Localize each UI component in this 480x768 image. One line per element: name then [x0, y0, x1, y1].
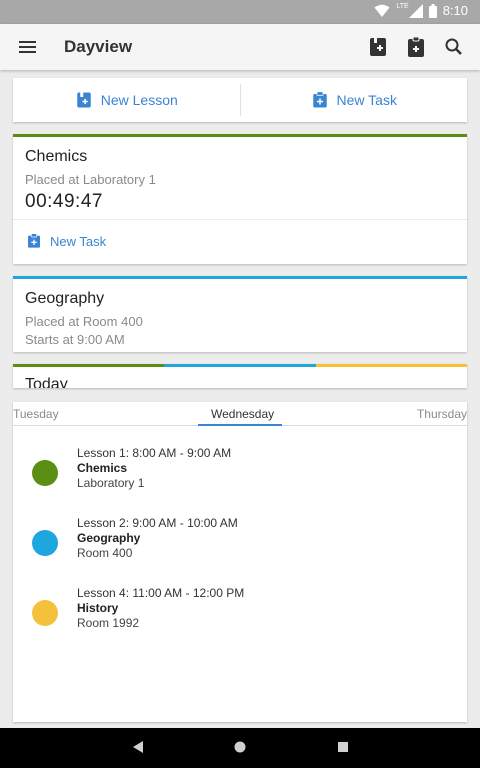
home-icon[interactable] [233, 740, 247, 754]
current-lesson-card[interactable]: Chemics Placed at Laboratory 1 00:49:47 … [13, 134, 467, 264]
active-tab-indicator [198, 424, 282, 426]
new-lesson-label: New Lesson [100, 92, 178, 108]
quick-actions-card: New Lesson New Task [13, 78, 467, 122]
add-lesson-icon[interactable] [366, 35, 390, 59]
today-bar-segment [164, 364, 316, 367]
lesson-name: History [77, 601, 119, 615]
tab-current-day[interactable]: Wednesday [211, 407, 274, 421]
new-task-button[interactable]: New Task [241, 78, 468, 122]
current-lesson-timer: 00:49:47 [25, 191, 103, 212]
schedule-panel: Tuesday Wednesday Thursday Lesson 1: 8:0… [13, 402, 467, 722]
today-bar-segment [315, 364, 467, 367]
search-icon[interactable] [442, 35, 466, 59]
next-lesson-name: Geography [25, 290, 105, 307]
card-divider [13, 219, 467, 220]
add-task-icon[interactable] [404, 35, 428, 59]
battery-icon [428, 3, 437, 18]
lesson-room: Room 1992 [77, 616, 140, 630]
page-title: Dayview [64, 37, 133, 56]
lesson-list-item[interactable]: Lesson 1: 8:00 AM - 9:00 AM Chemics Labo… [13, 446, 467, 510]
current-lesson-name: Chemics [25, 148, 88, 165]
lesson-name: Geography [77, 531, 141, 545]
today-color-bar [13, 364, 467, 367]
current-lesson-place: Placed at Laboratory 1 [25, 172, 156, 187]
menu-icon[interactable] [16, 35, 40, 59]
add-task-icon [312, 91, 327, 108]
network-label: LTE [396, 3, 409, 10]
next-lesson-card[interactable]: Geography Placed at Room 400 Starts at 9… [13, 276, 467, 352]
cell-signal-icon [408, 3, 423, 18]
system-nav-bar [0, 728, 480, 768]
status-bar: LTE 8:10 [0, 0, 480, 24]
back-icon[interactable] [131, 740, 145, 754]
next-lesson-starts: Starts at 9:00 AM [25, 332, 125, 347]
tab-next-day[interactable]: Thursday [417, 407, 467, 421]
today-card: Today [13, 364, 467, 388]
lesson-room: Room 400 [77, 546, 133, 560]
tab-previous-day[interactable]: Tuesday [13, 407, 59, 421]
today-label: Today [25, 376, 68, 388]
lesson-name: Chemics [77, 461, 128, 475]
lesson-time: Lesson 1: 8:00 AM - 9:00 AM [77, 446, 232, 460]
new-task-label: New Task [336, 92, 397, 108]
current-new-task-button[interactable]: New Task [26, 233, 106, 249]
add-lesson-icon [76, 92, 91, 108]
lesson-color-dot [32, 460, 58, 486]
lesson-time: Lesson 2: 9:00 AM - 10:00 AM [77, 516, 238, 530]
status-time: 8:10 [442, 3, 468, 18]
wifi-icon [374, 4, 390, 17]
lesson-room: Laboratory 1 [77, 476, 145, 490]
recents-icon[interactable] [336, 740, 350, 754]
today-bar-segment [13, 364, 165, 367]
new-lesson-button[interactable]: New Lesson [13, 78, 240, 122]
current-new-task-label: New Task [50, 233, 107, 249]
lesson-list-item[interactable]: Lesson 4: 11:00 AM - 12:00 PM History Ro… [13, 586, 467, 650]
app-bar: Dayview [0, 24, 480, 70]
day-tabs: Tuesday Wednesday Thursday [13, 402, 467, 426]
lesson-color-dot [32, 600, 58, 626]
lesson-time: Lesson 4: 11:00 AM - 12:00 PM [77, 586, 245, 600]
next-lesson-place: Placed at Room 400 [25, 314, 143, 329]
status-icons: LTE 8:10 [374, 3, 468, 18]
lesson-color-dot [32, 530, 58, 556]
lesson-list-item[interactable]: Lesson 2: 9:00 AM - 10:00 AM Geography R… [13, 516, 467, 580]
add-task-icon [28, 233, 40, 248]
